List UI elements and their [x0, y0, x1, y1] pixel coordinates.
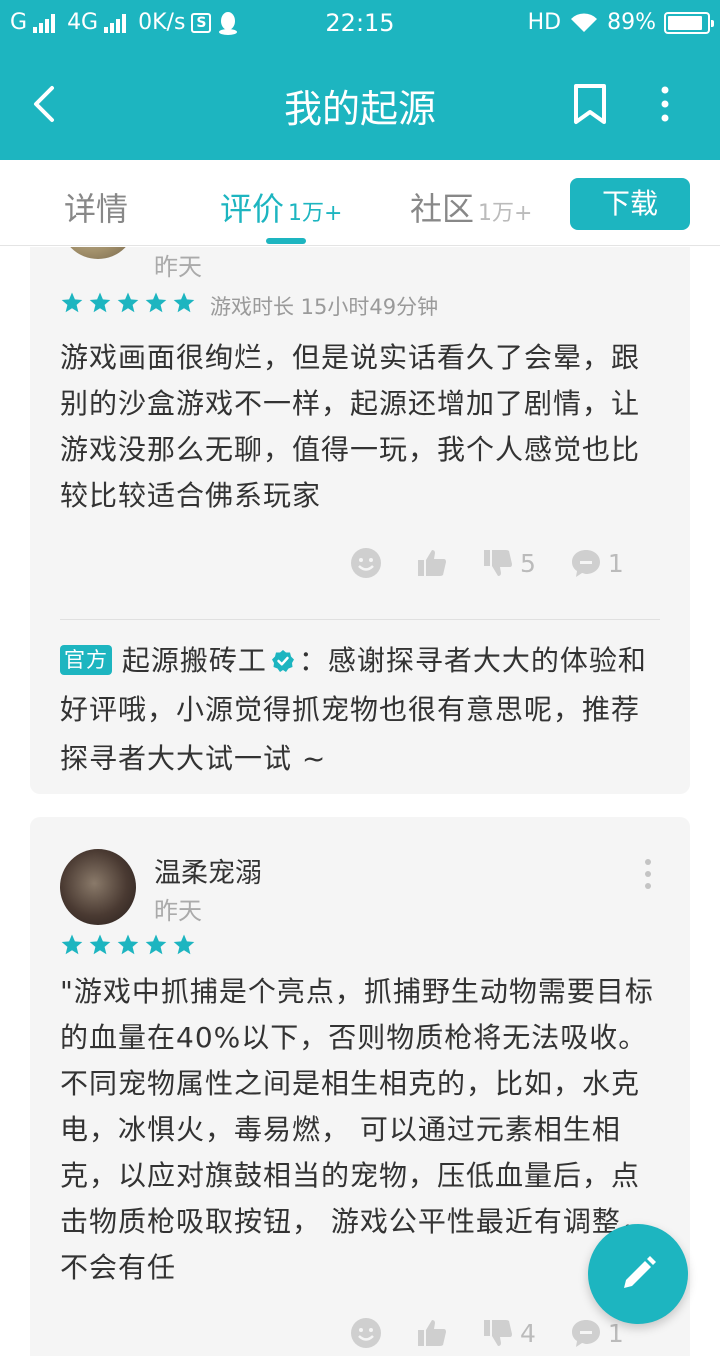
username[interactable]: 温柔宠溺: [154, 851, 262, 890]
review-actions: 5 1: [350, 547, 658, 579]
star-icon: [173, 934, 195, 955]
review-card: 昨天 游戏时长 15小时49分钟 游戏画面很绚烂，但是说实话看久了会晕，跟别的沙…: [30, 247, 690, 794]
emoji-reaction-button[interactable]: [350, 547, 382, 579]
review-actions: 4 1: [350, 1317, 658, 1349]
star-icon: [61, 934, 83, 955]
tab-details-label: 详情: [64, 190, 129, 228]
star-icon: [117, 934, 139, 955]
comment-button[interactable]: 1: [570, 1317, 624, 1349]
review-text[interactable]: "游戏中抓捕是个亮点，抓捕野生动物需要目标的血量在40%以下，否则物质枪将无法吸…: [60, 969, 660, 1291]
official-badge: 官方: [60, 645, 112, 675]
battery-percent: 89%: [607, 10, 656, 35]
smiley-icon: [351, 1318, 381, 1348]
review-more-icon[interactable]: [640, 857, 656, 891]
star-icon: [89, 934, 111, 955]
review-text[interactable]: 游戏画面很绚烂，但是说实话看久了会晕，跟别的沙盒游戏不一样，起源还增加了剧情，让…: [60, 335, 660, 519]
dislike-button[interactable]: 5: [482, 547, 536, 579]
divider: [60, 619, 660, 620]
review-date: 昨天: [154, 897, 202, 925]
tab-reviews-count: 1万+: [288, 201, 343, 226]
more-vertical-icon[interactable]: [650, 82, 680, 126]
star-icon: [173, 292, 195, 313]
thumbs-up-icon: [418, 550, 446, 576]
status-bar: G 4G 0K/s S 22:15 HD 89%: [0, 0, 720, 48]
star-icon: [145, 292, 167, 313]
download-button[interactable]: 下载: [570, 178, 690, 230]
avatar[interactable]: [60, 849, 136, 925]
playtime: 游戏时长 15小时49分钟: [210, 295, 439, 319]
dislike-button[interactable]: 4: [482, 1317, 536, 1349]
tab-community[interactable]: 社区 1万+: [410, 184, 532, 230]
tab-reviews-label: 评价: [220, 190, 285, 228]
thumbs-down-icon: [484, 1320, 512, 1346]
comment-icon: [571, 1320, 600, 1347]
bookmark-icon[interactable]: [570, 82, 610, 126]
write-review-button[interactable]: [588, 1224, 688, 1324]
page-title: 我的起源: [283, 87, 436, 131]
tab-details[interactable]: 详情: [64, 184, 128, 230]
star-icon: [61, 292, 83, 313]
comment-count: 1: [607, 548, 624, 578]
star-icon: [89, 292, 111, 313]
tab-reviews[interactable]: 评价 1万+: [220, 184, 342, 230]
reply-author[interactable]: 起源搬砖工: [122, 644, 267, 677]
emoji-reaction-button[interactable]: [350, 1317, 382, 1349]
tab-community-label: 社区: [410, 190, 475, 228]
avatar[interactable]: [60, 247, 136, 259]
review-list[interactable]: 昨天 游戏时长 15小时49分钟 游戏画面很绚烂，但是说实话看久了会晕，跟别的沙…: [0, 247, 720, 1356]
like-button[interactable]: [416, 547, 448, 579]
hd-label: HD: [527, 10, 562, 35]
tab-indicator: [266, 238, 306, 244]
status-right: HD 89%: [527, 10, 714, 35]
comment-button[interactable]: 1: [570, 547, 624, 579]
review-date: 昨天: [154, 253, 202, 281]
official-reply[interactable]: 官方 起源搬砖工 ：感谢探寻者大大的体验和好评哦，小源觉得抓宠物也很有意思呢，推荐…: [60, 636, 660, 783]
comment-icon: [571, 550, 600, 577]
smiley-icon: [351, 548, 381, 578]
thumbs-up-icon: [418, 1320, 446, 1346]
pencil-icon: [624, 1256, 656, 1288]
comment-count: 1: [607, 1318, 624, 1348]
like-button[interactable]: [416, 1317, 448, 1349]
dislike-count: 5: [520, 548, 536, 578]
tab-bar: 详情 评价 1万+ 社区 1万+ 下载: [0, 160, 720, 246]
rating-stars: [60, 933, 196, 957]
app-bar: 我的起源: [0, 48, 720, 160]
rating-stars: [60, 291, 196, 315]
tab-community-count: 1万+: [478, 201, 533, 226]
battery-icon: [664, 11, 714, 34]
star-icon: [145, 934, 167, 955]
thumbs-down-icon: [484, 550, 512, 576]
verified-icon: [271, 650, 294, 672]
wifi-icon: [571, 12, 598, 32]
dislike-count: 4: [520, 1318, 536, 1348]
star-icon: [117, 292, 139, 313]
